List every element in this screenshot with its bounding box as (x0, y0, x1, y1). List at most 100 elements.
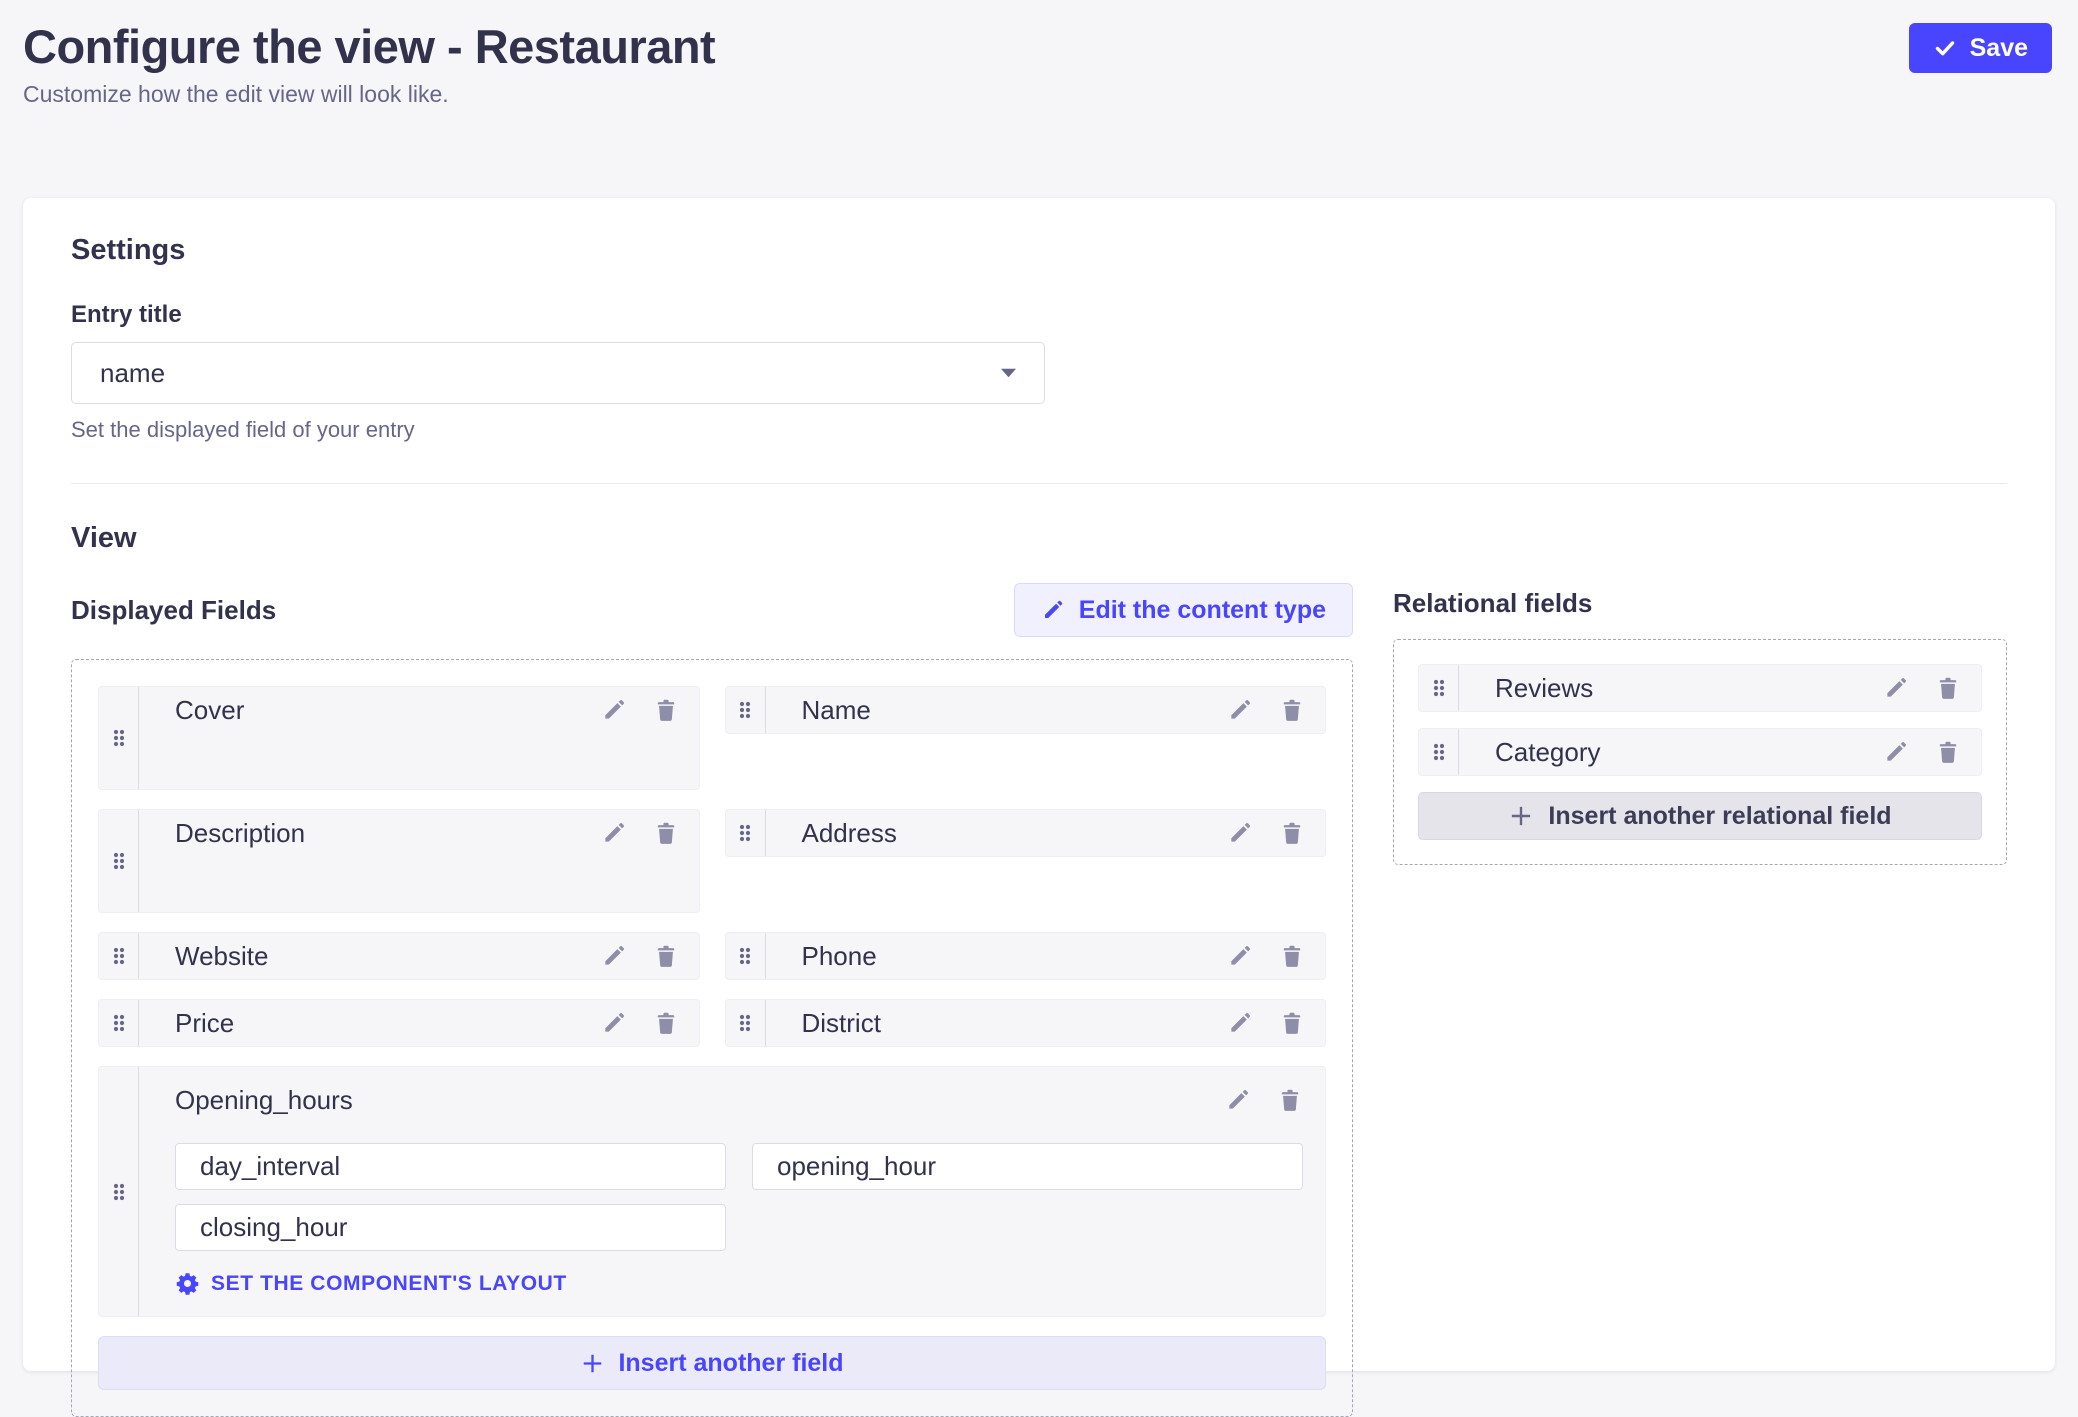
pencil-icon (1883, 675, 1909, 701)
view-heading: View (71, 522, 2007, 555)
subfield-day-interval[interactable]: day_interval (175, 1143, 726, 1190)
subfield-closing-hour[interactable]: closing_hour (175, 1204, 726, 1251)
set-component-layout-label: SET THE COMPONENT'S LAYOUT (211, 1272, 567, 1296)
displayed-fields-column: Displayed Fields Edit the content type C… (71, 583, 1353, 1417)
field-card-phone[interactable]: Phone (725, 932, 1327, 980)
drag-handle[interactable] (726, 1000, 766, 1046)
pencil-icon (601, 697, 627, 723)
plus-icon (580, 1351, 605, 1376)
drag-handle[interactable] (726, 933, 766, 979)
field-label: Description (175, 818, 575, 849)
drag-handle-icon (111, 727, 127, 749)
delete-field-button[interactable] (1277, 1087, 1303, 1113)
field-card-cover[interactable]: Cover (98, 686, 700, 790)
displayed-fields-grid: Cover Name (98, 686, 1326, 1390)
field-card-address[interactable]: Address (725, 809, 1327, 857)
trash-icon (653, 697, 679, 723)
insert-another-relational-field-button[interactable]: Insert another relational field (1418, 792, 1982, 840)
field-card-price[interactable]: Price (98, 999, 700, 1047)
field-card-name[interactable]: Name (725, 686, 1327, 734)
drag-handle[interactable] (99, 1067, 139, 1316)
field-card-opening-hours[interactable]: Opening_hours day_interval opening_hour … (98, 1066, 1326, 1317)
drag-handle-icon (737, 822, 753, 844)
edit-field-button[interactable] (1227, 697, 1253, 723)
delete-field-button[interactable] (1279, 820, 1305, 846)
pencil-icon (1227, 1010, 1253, 1036)
field-label: Phone (802, 941, 1202, 972)
drag-handle-icon (737, 1012, 753, 1034)
edit-content-type-button[interactable]: Edit the content type (1014, 583, 1353, 637)
delete-field-button[interactable] (1279, 943, 1305, 969)
drag-handle[interactable] (99, 687, 139, 789)
entry-title-select[interactable]: name (71, 342, 1045, 404)
trash-icon (653, 1010, 679, 1036)
displayed-fields-dropzone: Cover Name (71, 659, 1353, 1417)
edit-field-button[interactable] (601, 697, 627, 723)
drag-handle-icon (111, 850, 127, 872)
gear-icon (175, 1271, 200, 1296)
edit-field-button[interactable] (1883, 675, 1909, 701)
field-label: Website (175, 941, 575, 972)
field-label: District (802, 1008, 1202, 1039)
delete-field-button[interactable] (653, 697, 679, 723)
trash-icon (653, 820, 679, 846)
trash-icon (1279, 697, 1305, 723)
trash-icon (653, 943, 679, 969)
insert-another-field-button[interactable]: Insert another field (98, 1336, 1326, 1390)
insert-another-relational-field-label: Insert another relational field (1548, 802, 1891, 831)
drag-handle-icon (111, 1181, 127, 1203)
displayed-fields-label: Displayed Fields (71, 595, 276, 626)
drag-handle[interactable] (726, 687, 766, 733)
view-body: Displayed Fields Edit the content type C… (71, 583, 2007, 1417)
delete-field-button[interactable] (653, 943, 679, 969)
pencil-icon (1041, 598, 1065, 622)
entry-title-helper: Set the displayed field of your entry (71, 417, 2007, 443)
trash-icon (1935, 739, 1961, 765)
delete-field-button[interactable] (1279, 1010, 1305, 1036)
drag-handle-icon (737, 699, 753, 721)
component-subfields: day_interval opening_hour closing_hour (175, 1143, 1303, 1251)
entry-title-label: Entry title (71, 301, 2007, 329)
drag-handle[interactable] (99, 933, 139, 979)
delete-field-button[interactable] (653, 820, 679, 846)
edit-field-button[interactable] (1227, 820, 1253, 846)
pencil-icon (1227, 697, 1253, 723)
trash-icon (1279, 943, 1305, 969)
field-card-description[interactable]: Description (98, 809, 700, 913)
trash-icon (1277, 1087, 1303, 1113)
drag-handle[interactable] (99, 1000, 139, 1046)
edit-field-button[interactable] (601, 820, 627, 846)
drag-handle-icon (1431, 677, 1447, 699)
edit-field-button[interactable] (1227, 943, 1253, 969)
pencil-icon (601, 943, 627, 969)
field-card-website[interactable]: Website (98, 932, 700, 980)
drag-handle[interactable] (726, 810, 766, 856)
drag-handle[interactable] (1419, 665, 1459, 711)
section-divider (71, 483, 2007, 484)
delete-field-button[interactable] (653, 1010, 679, 1036)
drag-handle[interactable] (99, 810, 139, 912)
relational-card-reviews[interactable]: Reviews (1418, 664, 1982, 712)
subfield-opening-hour[interactable]: opening_hour (752, 1143, 1303, 1190)
field-label: Address (802, 818, 1202, 849)
trash-icon (1935, 675, 1961, 701)
drag-handle-icon (1431, 741, 1447, 763)
edit-field-button[interactable] (601, 1010, 627, 1036)
pencil-icon (601, 820, 627, 846)
delete-field-button[interactable] (1279, 697, 1305, 723)
pencil-icon (1225, 1087, 1251, 1113)
save-button[interactable]: Save (1909, 23, 2052, 73)
delete-field-button[interactable] (1935, 675, 1961, 701)
edit-field-button[interactable] (1225, 1087, 1251, 1113)
delete-field-button[interactable] (1935, 739, 1961, 765)
field-label: Cover (175, 695, 575, 726)
edit-field-button[interactable] (601, 943, 627, 969)
edit-field-button[interactable] (1227, 1010, 1253, 1036)
set-component-layout-link[interactable]: SET THE COMPONENT'S LAYOUT (175, 1271, 1303, 1296)
drag-handle-icon (737, 945, 753, 967)
relational-card-category[interactable]: Category (1418, 728, 1982, 776)
edit-field-button[interactable] (1883, 739, 1909, 765)
settings-heading: Settings (71, 234, 2007, 267)
field-card-district[interactable]: District (725, 999, 1327, 1047)
drag-handle[interactable] (1419, 729, 1459, 775)
